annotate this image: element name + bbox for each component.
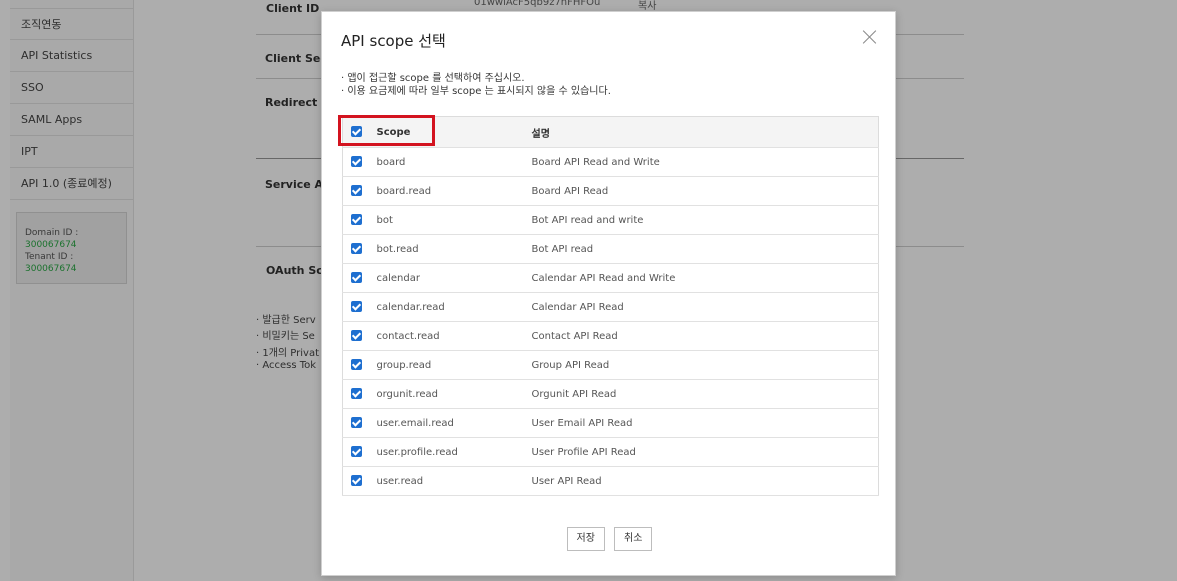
scope-description: User API Read: [531, 466, 879, 496]
modal-title: API scope 선택: [341, 32, 446, 50]
scope-description: Orgunit API Read: [531, 379, 879, 409]
checkbox-cell: [342, 350, 377, 380]
cancel-button[interactable]: 취소: [614, 527, 653, 551]
scope-checkbox[interactable]: [351, 301, 362, 313]
scope-name: bot: [376, 205, 532, 235]
checkbox-cell: [342, 408, 377, 438]
scope-name: bot.read: [376, 234, 532, 264]
scope-name: board.read: [376, 176, 532, 206]
checkbox-cell: [342, 292, 377, 322]
table-row: orgunit.read Orgunit API Read: [342, 379, 879, 409]
scope-description: Calendar API Read: [531, 292, 879, 322]
scope-description: User Profile API Read: [531, 437, 879, 467]
column-header-description: 설명: [531, 116, 879, 148]
scope-description: Bot API read and write: [531, 205, 879, 235]
table-row: bot.read Bot API read: [342, 234, 879, 264]
save-button[interactable]: 저장: [566, 527, 605, 551]
scope-name: orgunit.read: [376, 379, 532, 409]
table-row: contact.read Contact API Read: [342, 321, 879, 351]
table-row: user.email.read User Email API Read: [342, 408, 879, 438]
scope-checkbox[interactable]: [351, 417, 362, 429]
scope-checkbox[interactable]: [351, 185, 362, 197]
scope-checkbox[interactable]: [351, 214, 362, 226]
api-scope-modal: API scope 선택 · 앱이 접근할 scope 를 선택하여 주십시오.…: [321, 11, 896, 576]
scope-table: Scope 설명 board Board API Read and Write b…: [342, 116, 879, 496]
checkbox-cell: [342, 263, 377, 293]
scope-name: calendar: [376, 263, 532, 293]
scope-checkbox[interactable]: [351, 330, 362, 342]
table-row: calendar.read Calendar API Read: [342, 292, 879, 322]
modal-buttons: 저장 취소: [322, 526, 897, 551]
close-icon[interactable]: [861, 28, 879, 46]
scope-checkbox[interactable]: [351, 243, 362, 255]
scope-name: user.profile.read: [376, 437, 532, 467]
table-row: board Board API Read and Write: [342, 147, 879, 177]
description-line: · 앱이 접근할 scope 를 선택하여 주십시오.: [341, 73, 525, 84]
table-row: user.read User API Read: [342, 466, 879, 496]
scope-checkbox[interactable]: [351, 388, 362, 400]
checkbox-cell: [342, 466, 377, 496]
scope-checkbox[interactable]: [351, 156, 362, 168]
checkbox-cell: [342, 147, 377, 177]
scope-description: User Email API Read: [531, 408, 879, 438]
table-row: board.read Board API Read: [342, 176, 879, 206]
checkbox-cell: [342, 234, 377, 264]
table-row: group.read Group API Read: [342, 350, 879, 380]
scope-name: user.read: [376, 466, 532, 496]
table-row: bot Bot API read and write: [342, 205, 879, 235]
checkbox-cell: [342, 176, 377, 206]
scope-checkbox[interactable]: [351, 446, 362, 458]
checkbox-cell: [342, 379, 377, 409]
table-row: calendar Calendar API Read and Write: [342, 263, 879, 293]
highlight-box: [338, 115, 435, 146]
scope-description: Board API Read and Write: [531, 147, 879, 177]
modal-description: · 앱이 접근할 scope 를 선택하여 주십시오. · 이용 요금제에 따라…: [341, 72, 611, 98]
table-row: user.profile.read User Profile API Read: [342, 437, 879, 467]
scope-description: Bot API read: [531, 234, 879, 264]
scope-name: board: [376, 147, 532, 177]
scope-name: group.read: [376, 350, 532, 380]
checkbox-cell: [342, 437, 377, 467]
scope-checkbox[interactable]: [351, 359, 362, 371]
scope-description: Calendar API Read and Write: [531, 263, 879, 293]
scope-name: contact.read: [376, 321, 532, 351]
description-line: · 이용 요금제에 따라 일부 scope 는 표시되지 않을 수 있습니다.: [341, 86, 611, 97]
scope-checkbox[interactable]: [351, 475, 362, 487]
scope-description: Group API Read: [531, 350, 879, 380]
scope-name: calendar.read: [376, 292, 532, 322]
scope-checkbox[interactable]: [351, 272, 362, 284]
checkbox-cell: [342, 321, 377, 351]
scope-name: user.email.read: [376, 408, 532, 438]
scope-description: Contact API Read: [531, 321, 879, 351]
scope-description: Board API Read: [531, 176, 879, 206]
checkbox-cell: [342, 205, 377, 235]
